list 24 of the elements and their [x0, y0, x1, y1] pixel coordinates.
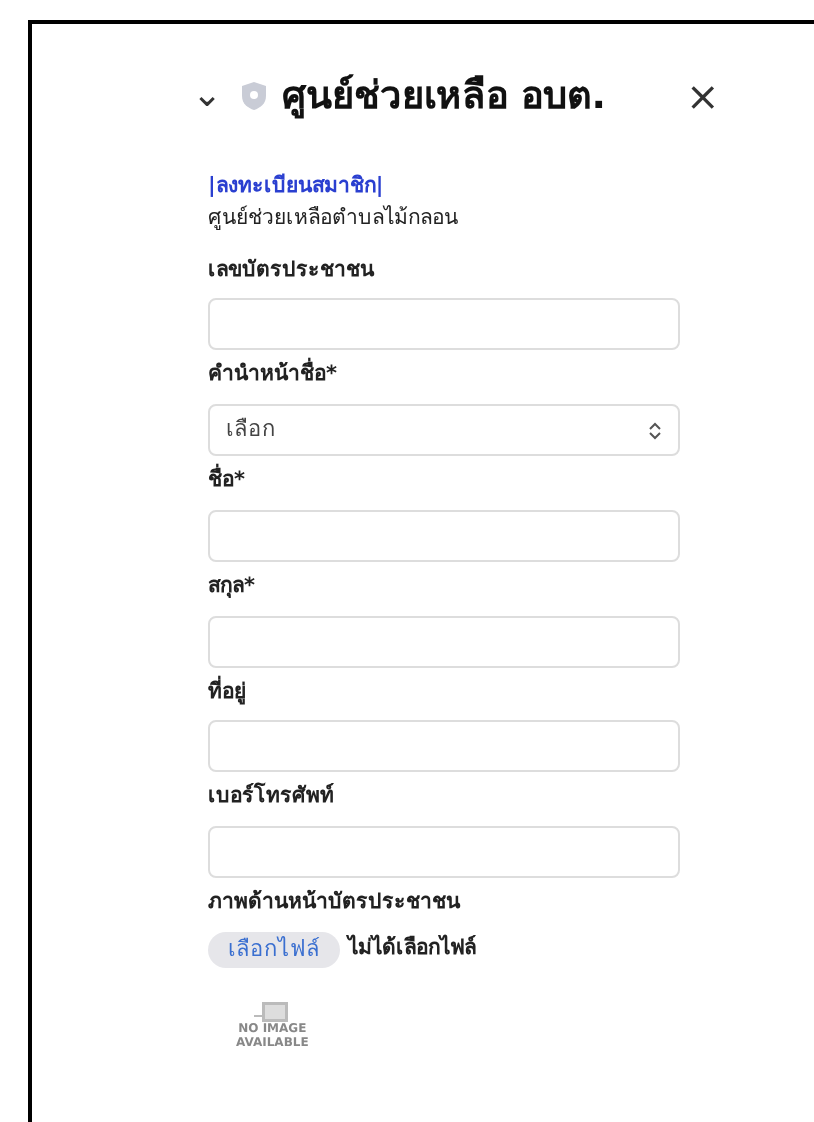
collapse-icon[interactable]: ⌄	[192, 78, 223, 114]
field-label: เบอร์โทรศัพท์	[208, 782, 336, 813]
input-field[interactable]	[208, 509, 680, 562]
input-field[interactable]	[208, 720, 680, 773]
file-status: ไม่ได้เลือกไฟล์	[348, 934, 476, 965]
field-label: เลขบัตรประชาชน	[208, 255, 377, 285]
page-title: ศูนย์ช่วยเหลือ อบต.	[282, 73, 606, 119]
field-label: ภาพด้านหน้าบัตรประชาชน	[208, 888, 463, 918]
updown-icon	[648, 421, 662, 439]
field-label: สกุล*	[208, 571, 257, 602]
choose-file-button[interactable]: เลือกไฟล์	[208, 931, 340, 969]
input-field[interactable]	[208, 826, 680, 878]
image-icon	[254, 1000, 291, 1025]
input-field[interactable]	[208, 615, 680, 667]
field-label: คำนำหน้าชื่อ*	[208, 360, 680, 392]
subtitle-text: ศูนย์ช่วยเหลือตำบลไม้กลอน	[208, 203, 460, 234]
input-field[interactable]	[208, 298, 680, 351]
select-value: เลือก	[226, 413, 276, 446]
select-field[interactable]: เลือก	[208, 404, 680, 456]
field-label: ที่อยู่	[208, 677, 248, 709]
close-button[interactable]: ×	[677, 76, 728, 116]
register-link[interactable]: |ลงทะเบียนสมาชิก|	[208, 172, 384, 204]
field-label: ชื่อ*	[208, 466, 680, 498]
shield-icon	[242, 82, 267, 110]
